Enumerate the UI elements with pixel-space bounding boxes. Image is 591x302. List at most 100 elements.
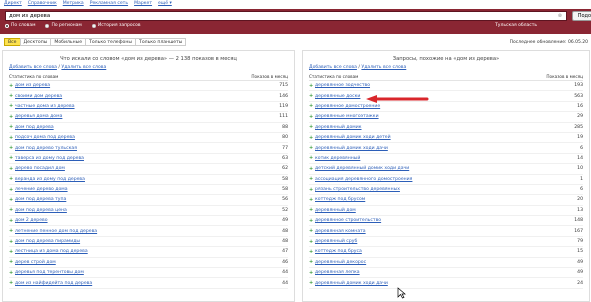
- add-keyword-icon[interactable]: +: [9, 270, 13, 276]
- keyword-link[interactable]: деревянный домик ходи дачи: [315, 281, 388, 286]
- keyword-link[interactable]: дом из найфидейта под дерева: [15, 281, 92, 286]
- keyword-link[interactable]: деревянное домостроение: [315, 104, 380, 109]
- nav-reference[interactable]: Справочник: [28, 1, 57, 8]
- add-keyword-icon[interactable]: +: [309, 280, 313, 286]
- keyword-link[interactable]: рязань строительство деревянных: [315, 187, 400, 192]
- remove-all-link[interactable]: Удалить все слова: [61, 65, 106, 70]
- add-keyword-icon[interactable]: +: [309, 239, 313, 245]
- keyword-link[interactable]: таверса из дому под дерева: [15, 156, 84, 161]
- radio-by-words[interactable]: По словам: [5, 23, 35, 28]
- add-keyword-icon[interactable]: +: [309, 270, 313, 276]
- keyword-link[interactable]: дерев строй дом: [15, 260, 56, 265]
- add-keyword-icon[interactable]: +: [309, 187, 313, 193]
- radio-history[interactable]: История запросов: [91, 23, 141, 28]
- keyword-link[interactable]: деревянные многоэтажки: [315, 114, 379, 119]
- keyword-link[interactable]: своими дом дерева: [15, 94, 62, 99]
- keyword-link[interactable]: дом под дерева тупа: [15, 197, 66, 202]
- add-keyword-icon[interactable]: +: [9, 83, 13, 89]
- add-keyword-icon[interactable]: +: [9, 239, 13, 245]
- keyword-link[interactable]: деревянное зодчество: [315, 83, 370, 88]
- add-keyword-icon[interactable]: +: [9, 207, 13, 213]
- add-keyword-icon[interactable]: +: [9, 249, 13, 255]
- add-keyword-icon[interactable]: +: [9, 155, 13, 161]
- keyword-link[interactable]: деревянное строительство: [315, 218, 381, 223]
- keyword-link[interactable]: дом под дерева цена: [15, 208, 67, 213]
- add-keyword-icon[interactable]: +: [309, 249, 313, 255]
- keyword-link[interactable]: ассоциация деревянного домостроения: [315, 177, 412, 182]
- keyword-link[interactable]: лечение дерево дома: [15, 187, 68, 192]
- add-keyword-icon[interactable]: +: [9, 145, 13, 151]
- add-keyword-icon[interactable]: +: [309, 83, 313, 89]
- add-keyword-icon[interactable]: +: [309, 93, 313, 99]
- keyword-link[interactable]: деревянный домик: [315, 125, 362, 130]
- clear-icon[interactable]: ⊗: [558, 13, 562, 20]
- add-keyword-icon[interactable]: +: [309, 166, 313, 172]
- tab-tablets[interactable]: Только планшеты: [135, 38, 187, 46]
- add-keyword-icon[interactable]: +: [9, 114, 13, 120]
- keyword-link[interactable]: деревянный декорос: [315, 260, 366, 265]
- add-keyword-icon[interactable]: +: [9, 103, 13, 109]
- keyword-link[interactable]: деревянный сруб: [315, 239, 357, 244]
- nav-metrica[interactable]: Метрика: [63, 1, 84, 8]
- search-input[interactable]: дом из дерева ⊗: [5, 11, 567, 21]
- tab-mobile[interactable]: Мобильные: [50, 38, 87, 46]
- add-keyword-icon[interactable]: +: [9, 176, 13, 182]
- keyword-link[interactable]: деревянный дом: [315, 208, 356, 213]
- add-keyword-icon[interactable]: +: [309, 145, 313, 151]
- keyword-link[interactable]: деревянные доски: [315, 94, 360, 99]
- keyword-link[interactable]: деревянная лепка: [315, 270, 360, 275]
- add-keyword-icon[interactable]: +: [309, 103, 313, 109]
- add-keyword-icon[interactable]: +: [9, 228, 13, 234]
- add-keyword-icon[interactable]: +: [309, 197, 313, 203]
- add-keyword-icon[interactable]: +: [9, 218, 13, 224]
- keyword-link[interactable]: частные дома из дерева: [15, 104, 75, 109]
- keyword-link[interactable]: деревянный домик ходи дачи: [315, 146, 388, 151]
- add-keyword-icon[interactable]: +: [9, 166, 13, 172]
- keyword-link[interactable]: коттедж под брусом: [315, 197, 365, 202]
- add-keyword-icon[interactable]: +: [9, 280, 13, 286]
- keyword-link[interactable]: коттедж под бруса: [315, 249, 362, 254]
- add-keyword-icon[interactable]: +: [9, 135, 13, 141]
- add-keyword-icon[interactable]: +: [309, 155, 313, 161]
- add-keyword-icon[interactable]: +: [309, 259, 313, 265]
- keyword-link[interactable]: веранда из дому под дерева: [15, 177, 85, 182]
- add-keyword-icon[interactable]: +: [309, 114, 313, 120]
- region-selector[interactable]: Тульская область: [495, 23, 537, 28]
- add-keyword-icon[interactable]: +: [9, 259, 13, 265]
- add-all-link[interactable]: Добавить все слова: [9, 65, 57, 70]
- add-keyword-icon[interactable]: +: [9, 187, 13, 193]
- keyword-link[interactable]: деревья дома дома: [15, 114, 62, 119]
- keyword-link[interactable]: детский деревянный домик ходи дачи: [315, 166, 409, 171]
- keyword-link[interactable]: дерево посадил дом: [15, 166, 65, 171]
- tab-all[interactable]: Все: [4, 38, 21, 46]
- keyword-link[interactable]: деревья под терентовы дом: [15, 270, 84, 275]
- keyword-link[interactable]: деревянная комната: [315, 229, 366, 234]
- keyword-link[interactable]: дом под дерево тульская: [15, 146, 77, 151]
- add-keyword-icon[interactable]: +: [309, 218, 313, 224]
- add-keyword-icon[interactable]: +: [9, 93, 13, 99]
- keyword-link[interactable]: дом под дерева: [15, 125, 54, 130]
- add-keyword-icon[interactable]: +: [9, 124, 13, 130]
- tab-phones[interactable]: Только телефоны: [85, 38, 137, 46]
- tab-desktop[interactable]: Десктопы: [19, 38, 52, 46]
- keyword-link[interactable]: котик деревянный: [315, 156, 360, 161]
- add-keyword-icon[interactable]: +: [309, 176, 313, 182]
- keyword-link[interactable]: деревянный домик ходи детей: [315, 135, 391, 140]
- keyword-link[interactable]: дом 2 дерево: [15, 218, 48, 223]
- keyword-link[interactable]: подсоч дома под дерева: [15, 135, 75, 140]
- add-keyword-icon[interactable]: +: [309, 124, 313, 130]
- keyword-link[interactable]: дом из дерева: [15, 83, 50, 88]
- keyword-link[interactable]: дом под дерева пирамиды: [15, 239, 80, 244]
- keyword-link[interactable]: летнение пенное дом под дерева: [15, 229, 97, 234]
- add-keyword-icon[interactable]: +: [309, 228, 313, 234]
- nav-market[interactable]: Маркет: [134, 1, 152, 8]
- pick-button[interactable]: Подобрать: [572, 11, 591, 21]
- keyword-link[interactable]: лестница из дома под дерева: [15, 249, 88, 254]
- remove-all-link[interactable]: Удалить все слова: [361, 65, 406, 70]
- radio-by-regions[interactable]: По регионам: [45, 23, 82, 28]
- nav-direct[interactable]: Директ: [4, 1, 22, 8]
- nav-ad-network[interactable]: Рекламная сеть: [90, 1, 128, 8]
- add-keyword-icon[interactable]: +: [309, 207, 313, 213]
- add-all-link[interactable]: Добавить все слова: [309, 65, 357, 70]
- add-keyword-icon[interactable]: +: [9, 197, 13, 203]
